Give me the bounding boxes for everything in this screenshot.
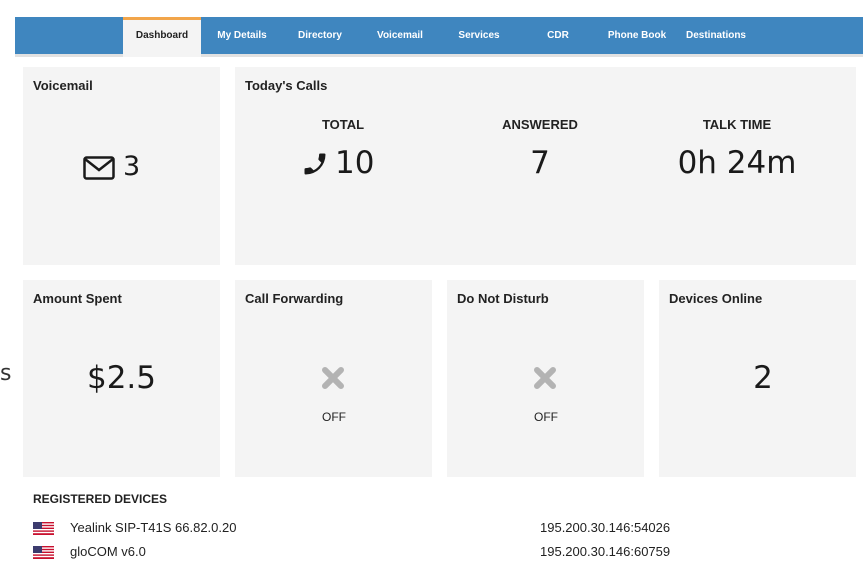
- side-text-fragment: s: [0, 361, 12, 386]
- tab-phone-book[interactable]: Phone Book: [605, 17, 669, 54]
- call-forwarding-title: Call Forwarding: [245, 291, 344, 306]
- tab-destinations[interactable]: Destinations: [683, 17, 749, 54]
- todays-calls-card: Today's Calls TOTAL 10 ANSWERED 7 TALK T…: [235, 67, 856, 265]
- registered-devices-title: REGISTERED DEVICES: [33, 492, 168, 506]
- total-label: TOTAL: [321, 117, 365, 132]
- talk-time-label: TALK TIME: [702, 117, 772, 132]
- phone-icon: [304, 153, 326, 175]
- answered-value: 7: [530, 145, 550, 181]
- answered-label: ANSWERED: [502, 117, 578, 132]
- call-forwarding-status: OFF: [322, 410, 346, 424]
- us-flag-icon: [33, 522, 54, 535]
- voicemail-count: 3: [123, 151, 141, 182]
- us-flag-icon: [33, 546, 54, 559]
- talk-time-value: 0h 24m: [677, 145, 797, 181]
- envelope-icon: [83, 156, 115, 180]
- tab-dashboard[interactable]: Dashboard: [123, 17, 201, 57]
- device-name: Yealink SIP-T41S 66.82.0.20: [70, 520, 237, 535]
- todays-calls-title: Today's Calls: [245, 78, 328, 93]
- do-not-disturb-status: OFF: [534, 410, 558, 424]
- tab-directory[interactable]: Directory: [292, 17, 348, 54]
- amount-spent-value: $2.5: [86, 360, 157, 396]
- x-icon: [534, 367, 556, 389]
- device-row: Yealink SIP-T41S 66.82.0.20 195.200.30.1…: [33, 520, 733, 538]
- devices-online-value: 2: [753, 360, 773, 396]
- tab-my-details[interactable]: My Details: [211, 17, 273, 54]
- do-not-disturb-card[interactable]: Do Not Disturb OFF: [447, 280, 644, 477]
- amount-spent-card: Amount Spent $2.5: [23, 280, 220, 477]
- device-ip: 195.200.30.146:60759: [540, 544, 671, 559]
- voicemail-title: Voicemail: [33, 78, 93, 93]
- devices-online-title: Devices Online: [669, 291, 763, 306]
- tab-voicemail[interactable]: Voicemail: [372, 17, 428, 54]
- device-ip: 195.200.30.146:54026: [540, 520, 671, 535]
- tab-services[interactable]: Services: [452, 17, 506, 54]
- total-calls-value: 10: [335, 145, 375, 181]
- tab-cdr[interactable]: CDR: [543, 17, 573, 54]
- top-navigation: Dashboard My Details Directory Voicemail…: [15, 17, 863, 57]
- do-not-disturb-title: Do Not Disturb: [457, 291, 549, 306]
- amount-spent-title: Amount Spent: [33, 291, 122, 306]
- call-forwarding-card[interactable]: Call Forwarding OFF: [235, 280, 432, 477]
- x-icon: [322, 367, 344, 389]
- voicemail-card[interactable]: Voicemail 3: [23, 67, 220, 265]
- device-row: gloCOM v6.0 195.200.30.146:60759: [33, 544, 733, 562]
- devices-online-card: Devices Online 2: [659, 280, 856, 477]
- device-name: gloCOM v6.0: [70, 544, 146, 559]
